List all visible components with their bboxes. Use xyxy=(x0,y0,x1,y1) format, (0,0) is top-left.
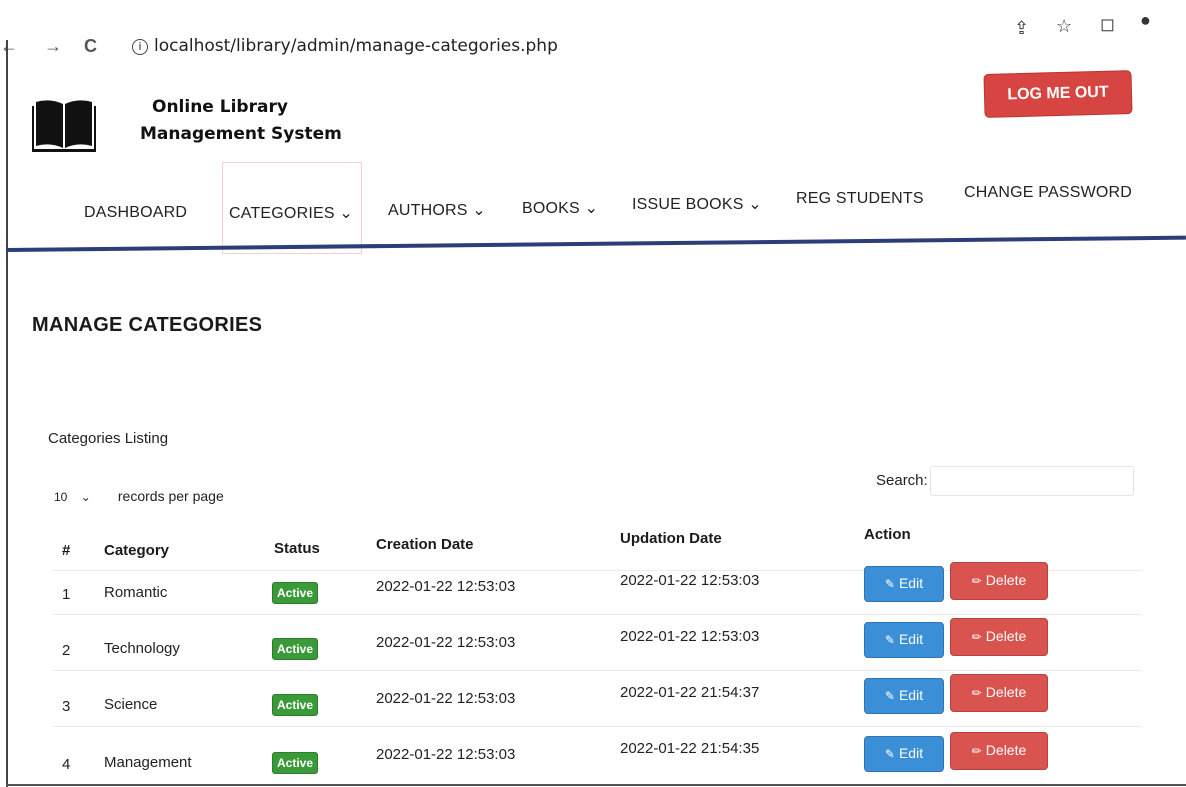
delete-button[interactable]: ✏ Delete xyxy=(950,618,1048,656)
edit-label: Edit xyxy=(898,687,924,703)
row-2-category: Technology xyxy=(104,640,180,657)
status-badge: Active xyxy=(272,582,319,604)
search-box: Search: xyxy=(876,466,1134,496)
address-url: localhost/library/admin/manage-categorie… xyxy=(154,36,558,56)
browser-toolbar: ← → C i localhost/library/admin/manage-ca… xyxy=(0,0,1186,62)
col-header-updation-date[interactable]: Updation Date xyxy=(620,530,722,547)
col-header-number[interactable]: # xyxy=(62,542,70,559)
edit-button[interactable]: ✎ Edit xyxy=(864,736,944,772)
panel-title: Categories Listing xyxy=(48,430,169,447)
chevron-down-icon: ⌄ xyxy=(339,205,353,222)
delete-button[interactable]: ✏ Delete xyxy=(950,674,1048,712)
logout-button[interactable]: LOG ME OUT xyxy=(983,70,1133,118)
profile-icon[interactable]: ● xyxy=(1140,10,1151,31)
pencil-icon: ✏ xyxy=(971,686,982,700)
col-header-status[interactable]: Status xyxy=(274,540,320,557)
reload-icon[interactable]: C xyxy=(84,36,97,57)
edit-icon: ✎ xyxy=(884,747,895,761)
open-book-icon xyxy=(32,100,96,152)
menu-dashboard[interactable]: DASHBOARD xyxy=(84,204,187,222)
menu-books-label: BOOKS xyxy=(522,200,580,217)
delete-label: Delete xyxy=(985,742,1027,758)
edit-icon: ✎ xyxy=(884,633,895,647)
edit-icon: ✎ xyxy=(884,577,895,591)
share-icon[interactable]: ⇪ xyxy=(1014,18,1029,39)
arrow-right-icon[interactable]: → xyxy=(44,36,62,57)
chevron-down-icon: ⌄ xyxy=(748,196,762,213)
star-icon[interactable]: ☆ xyxy=(1056,16,1072,37)
page-length-select[interactable]: 10 ⌄ xyxy=(54,490,114,504)
brand-name[interactable]: Online Library Management System xyxy=(140,94,342,148)
row-1-number: 1 xyxy=(62,586,71,603)
menu-dashboard-label: DASHBOARD xyxy=(84,204,188,221)
menu-issue-books-label: ISSUE BOOKS xyxy=(632,196,744,213)
edit-button[interactable]: ✎ Edit xyxy=(864,622,944,658)
pencil-icon: ✏ xyxy=(971,744,982,758)
row-4-number: 4 xyxy=(62,756,71,773)
status-badge: Active xyxy=(272,694,319,716)
row-divider xyxy=(52,614,1142,615)
chevron-down-icon: ⌄ xyxy=(472,202,486,219)
edit-label: Edit xyxy=(898,631,924,647)
page-title: MANAGE CATEGORIES xyxy=(32,314,263,336)
row-4-created: 2022-01-22 12:53:03 xyxy=(376,746,516,763)
row-1-category: Romantic xyxy=(104,584,168,601)
row-4-category: Management xyxy=(104,754,192,771)
edit-label: Edit xyxy=(898,575,924,591)
edit-icon: ✎ xyxy=(884,689,895,703)
row-divider xyxy=(52,670,1142,671)
status-badge: Active xyxy=(272,752,319,774)
records-per-page[interactable]: 10 ⌄ records per page xyxy=(54,488,224,504)
arrow-left-icon[interactable]: ← xyxy=(0,36,18,57)
menu-change-password[interactable]: CHANGE PASSWORD xyxy=(964,184,1132,202)
status-badge: Active xyxy=(272,638,319,660)
col-header-creation-date[interactable]: Creation Date xyxy=(376,536,474,553)
menu-books[interactable]: BOOKS ⌄ xyxy=(522,198,598,218)
row-2-updated: 2022-01-22 12:53:03 xyxy=(620,628,760,645)
menu-reg-students-label: REG STUDENTS xyxy=(796,190,924,207)
menu-categories[interactable]: CATEGORIES ⌄ xyxy=(222,162,362,254)
menu-reg-students[interactable]: REG STUDENTS xyxy=(796,190,924,208)
menu-authors[interactable]: AUTHORS ⌄ xyxy=(388,200,486,220)
screen-frame-left xyxy=(6,40,8,787)
edit-label: Edit xyxy=(898,745,924,761)
row-3-number: 3 xyxy=(62,698,71,715)
pencil-icon: ✏ xyxy=(971,574,982,588)
col-header-action[interactable]: Action xyxy=(864,526,911,543)
search-input[interactable] xyxy=(929,466,1134,496)
menu-issue-books[interactable]: ISSUE BOOKS ⌄ xyxy=(632,194,762,214)
row-2-created: 2022-01-22 12:53:03 xyxy=(376,634,516,651)
menu-authors-label: AUTHORS xyxy=(388,202,468,219)
row-3-updated: 2022-01-22 21:54:37 xyxy=(620,684,760,701)
window-icon[interactable]: ◻ xyxy=(1100,14,1115,35)
delete-label: Delete xyxy=(985,628,1027,644)
info-icon[interactable]: i xyxy=(132,39,148,55)
page-length-value: 10 xyxy=(54,490,68,504)
row-divider xyxy=(52,726,1142,727)
edit-button[interactable]: ✎ Edit xyxy=(864,566,944,602)
search-label: Search: xyxy=(876,471,928,489)
delete-button[interactable]: ✏ Delete xyxy=(950,732,1048,770)
chevron-down-icon: ⌄ xyxy=(584,200,599,217)
row-3-created: 2022-01-22 12:53:03 xyxy=(376,690,516,707)
chevron-down-icon: ⌄ xyxy=(80,490,91,504)
row-3-category: Science xyxy=(104,696,158,713)
brand-line-1: Online Library xyxy=(152,97,288,117)
page-length-suffix: records per page xyxy=(117,488,224,504)
row-1-created: 2022-01-22 12:53:03 xyxy=(376,578,516,595)
delete-button[interactable]: ✏ Delete xyxy=(950,562,1048,600)
screen-frame-bottom xyxy=(6,784,1186,786)
delete-label: Delete xyxy=(985,684,1027,700)
delete-label: Delete xyxy=(985,572,1027,588)
address-bar[interactable]: i localhost/library/admin/manage-categori… xyxy=(132,36,558,56)
col-header-category[interactable]: Category xyxy=(104,542,169,559)
edit-button[interactable]: ✎ Edit xyxy=(864,678,944,714)
menu-categories-label: CATEGORIES xyxy=(229,205,335,222)
row-1-updated: 2022-01-22 12:53:03 xyxy=(620,572,760,589)
row-4-updated: 2022-01-22 21:54:35 xyxy=(620,740,760,757)
menu-change-password-label: CHANGE PASSWORD xyxy=(964,184,1133,201)
brand-line-2: Management System xyxy=(140,124,342,144)
row-2-number: 2 xyxy=(62,642,71,659)
pencil-icon: ✏ xyxy=(971,630,982,644)
